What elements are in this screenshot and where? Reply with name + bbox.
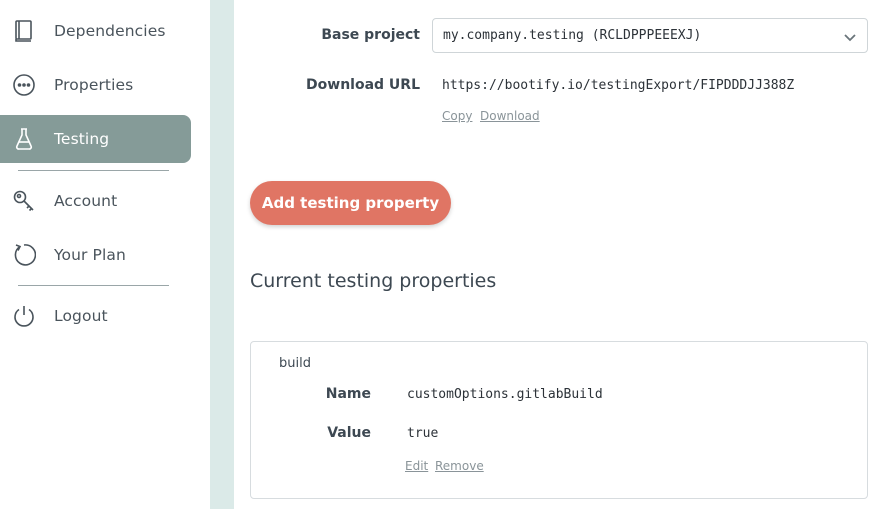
refresh-icon — [11, 242, 37, 268]
name-label: Name — [325, 386, 371, 402]
section-title: Current testing properties — [250, 270, 497, 292]
sidebar-item-label: Dependencies — [54, 22, 166, 40]
sidebar-divider — [18, 170, 169, 171]
property-card: build Name customOptions.gitlabBuild Val… — [250, 341, 868, 499]
sidebar-item-properties[interactable]: Properties — [0, 61, 191, 109]
add-testing-property-button[interactable]: Add testing property — [250, 181, 451, 225]
remove-link[interactable]: Remove — [435, 459, 484, 473]
value-label: Value — [327, 425, 371, 441]
key-icon — [11, 188, 37, 214]
dots-circle-icon — [11, 72, 37, 98]
property-name: customOptions.gitlabBuild — [407, 387, 603, 402]
download-link[interactable]: Download — [480, 109, 540, 123]
sidebar-item-account[interactable]: Account — [0, 177, 191, 225]
power-icon — [11, 303, 37, 329]
sidebar-item-label: Logout — [54, 307, 108, 325]
flask-icon — [11, 126, 37, 152]
sidebar-item-label: Properties — [54, 76, 134, 94]
property-value: true — [407, 426, 439, 441]
book-icon — [11, 18, 37, 44]
sidebar-item-your-plan[interactable]: Your Plan — [0, 231, 191, 279]
sidebar: Dependencies Properties Testing Account … — [0, 0, 210, 509]
chevron-down-icon — [843, 29, 857, 43]
sidebar-item-label: Your Plan — [54, 246, 126, 264]
sidebar-item-logout[interactable]: Logout — [0, 292, 191, 340]
download-url-label: Download URL — [306, 77, 420, 93]
sidebar-item-label: Account — [54, 192, 118, 210]
base-project-select[interactable]: my.company.testing (RCLDPPPEEEXJ) — [432, 18, 868, 53]
copy-link[interactable]: Copy — [442, 109, 472, 123]
sidebar-divider-strip — [210, 0, 234, 509]
base-project-label: Base project — [321, 27, 420, 43]
sidebar-item-testing[interactable]: Testing — [0, 115, 191, 163]
sidebar-divider — [18, 285, 169, 286]
sidebar-item-dependencies[interactable]: Dependencies — [0, 7, 191, 55]
base-project-value: my.company.testing (RCLDPPPEEEXJ) — [443, 28, 702, 43]
property-group: build — [279, 356, 311, 371]
edit-link[interactable]: Edit — [405, 459, 428, 473]
download-url-value: https://bootify.io/testingExport/FIPDDDJ… — [442, 78, 795, 93]
sidebar-item-label: Testing — [54, 130, 110, 148]
